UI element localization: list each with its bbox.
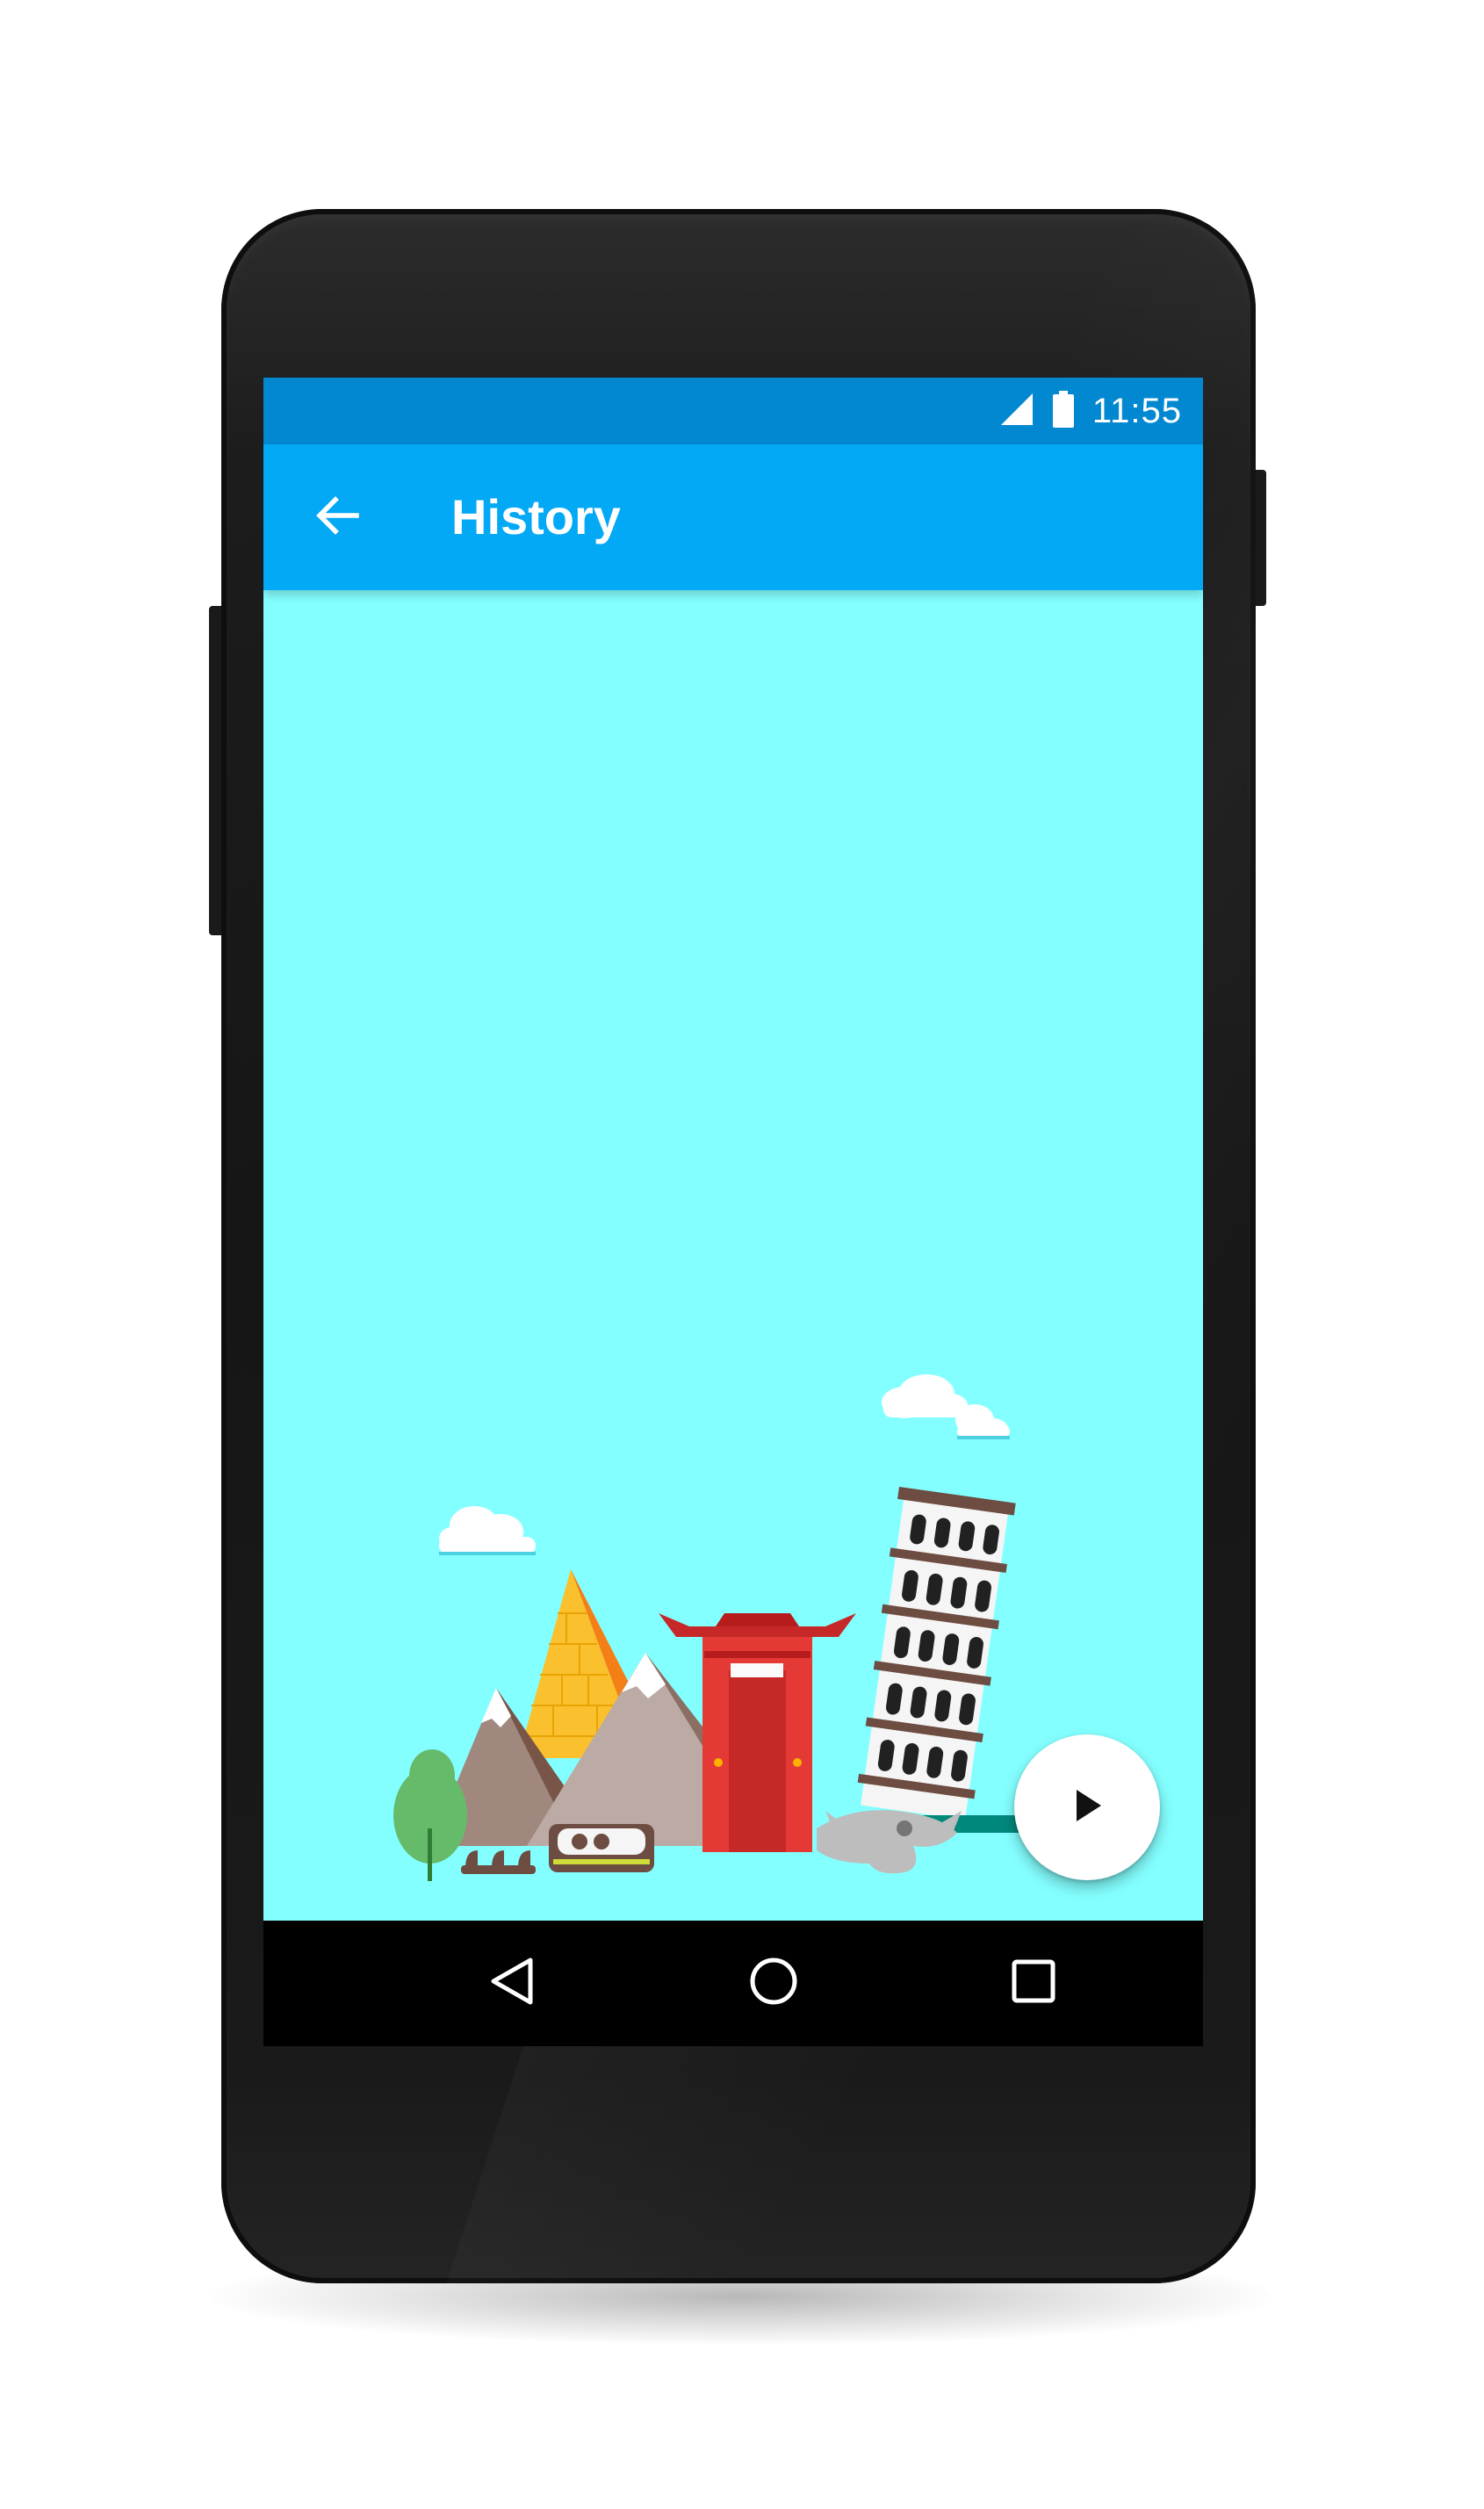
cell-signal-icon [999, 392, 1034, 431]
nav-back-button[interactable] [472, 1943, 551, 2022]
nav-recents-button[interactable] [994, 1943, 1073, 2022]
navigation-bar [263, 1921, 1203, 2046]
tree [393, 1749, 467, 1881]
phone-screen: 11:55 History [263, 378, 1203, 2046]
page-title: History [451, 489, 621, 544]
status-bar: 11:55 [263, 378, 1203, 444]
status-icons: 11:55 [999, 378, 1182, 444]
leaning-tower [857, 1487, 1016, 1820]
cloud-right [882, 1374, 1010, 1439]
nav-home-button[interactable] [734, 1943, 813, 2022]
battery-icon [1052, 390, 1075, 432]
play-icon [1068, 1786, 1106, 1829]
device-mockup: 11:55 History [0, 0, 1484, 2509]
arrow-back-icon [314, 494, 360, 541]
history-illustration [378, 1372, 1098, 1951]
home-circle-icon [747, 1955, 800, 2012]
recents-square-icon [1009, 1957, 1058, 2010]
back-triangle-icon [488, 1955, 536, 2012]
cloud-left [439, 1506, 536, 1555]
back-button[interactable] [302, 482, 372, 552]
content-area [263, 590, 1203, 1921]
play-button[interactable] [1014, 1734, 1160, 1880]
app-bar: History [263, 444, 1203, 590]
status-time: 11:55 [1091, 391, 1182, 430]
